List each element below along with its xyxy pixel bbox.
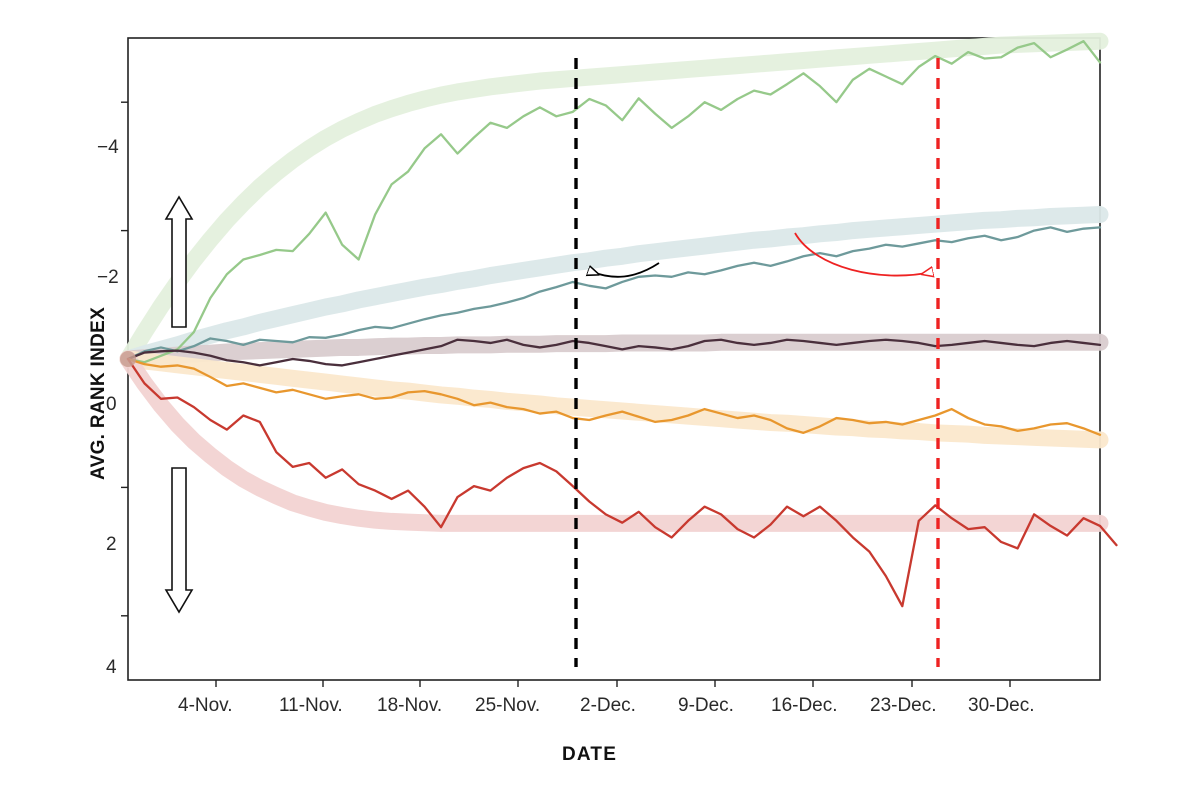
plot-frame <box>127 37 1101 681</box>
chart-canvas: AVG. RANK INDEX DATE −4 −2 0 2 4 4-Nov. … <box>0 0 1200 800</box>
origin-marker <box>120 351 136 367</box>
chart-plot <box>119 32 1118 687</box>
